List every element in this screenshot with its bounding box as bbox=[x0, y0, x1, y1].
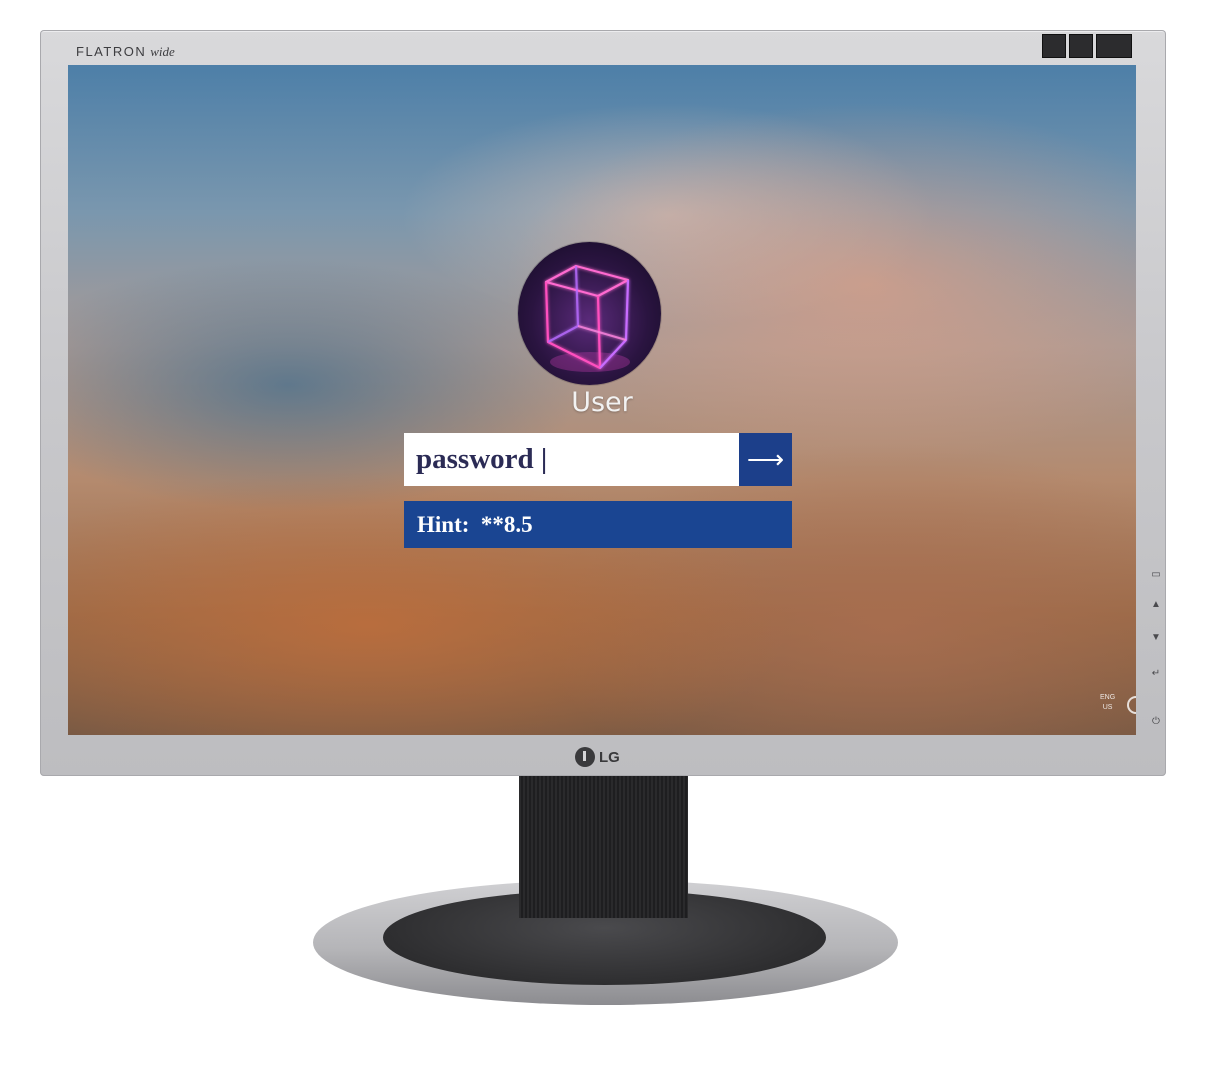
menu-hw-icon[interactable]: ▭ bbox=[1148, 568, 1164, 582]
down-hw-icon[interactable]: ▼ bbox=[1148, 631, 1164, 645]
region-code: US bbox=[1102, 704, 1113, 711]
enter-hw-icon[interactable]: ↵ bbox=[1148, 667, 1164, 681]
password-text: password | bbox=[416, 443, 548, 475]
avatar[interactable] bbox=[518, 242, 661, 385]
brand-suffix: wide bbox=[150, 44, 175, 59]
language-code: ENG bbox=[1100, 694, 1116, 701]
power-hw-icon[interactable]: ⏻ bbox=[1148, 715, 1164, 729]
hint-label: Hint: bbox=[417, 511, 470, 537]
hint-value: **8.5 bbox=[480, 511, 533, 537]
lg-face-icon bbox=[575, 747, 595, 767]
stand-neck bbox=[519, 776, 688, 918]
password-field[interactable]: password | bbox=[404, 433, 739, 486]
monitor-brand: FLATRON wide bbox=[76, 44, 175, 60]
up-hw-icon[interactable]: ▲ bbox=[1148, 598, 1164, 612]
screen: User password | ⟶ Hint: **8.5 ENG US bbox=[68, 65, 1136, 735]
arrow-right-icon: ⟶ bbox=[746, 444, 785, 474]
submit-button[interactable]: ⟶ bbox=[739, 433, 792, 486]
tco-badge-icon bbox=[1069, 34, 1093, 58]
brand-name: FLATRON bbox=[76, 44, 147, 59]
energy-star-badge-icon bbox=[1042, 34, 1066, 58]
neon-cube-icon bbox=[544, 264, 630, 372]
username-label: User bbox=[571, 387, 633, 418]
power-options-icon[interactable] bbox=[1127, 696, 1136, 714]
certification-badges bbox=[1042, 34, 1132, 58]
contrast-badge-icon bbox=[1096, 34, 1132, 58]
lg-logo: LG bbox=[575, 747, 620, 767]
password-hint: Hint: **8.5 bbox=[404, 501, 792, 548]
lg-logo-text: LG bbox=[599, 748, 620, 766]
monitor-photo: FLATRON wide User password | ⟶ Hint: **8… bbox=[0, 0, 1212, 1081]
language-indicator[interactable]: ENG US bbox=[1100, 693, 1115, 713]
